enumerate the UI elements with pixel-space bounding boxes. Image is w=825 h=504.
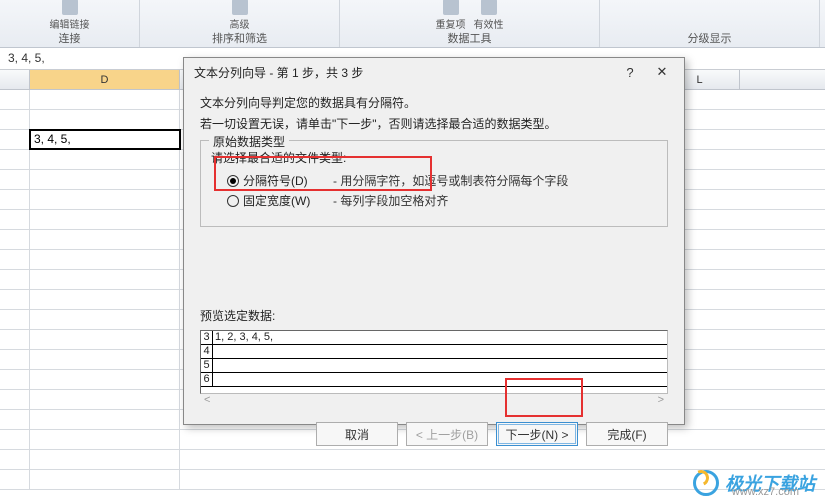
watermark-url: www.xz7.com: [732, 486, 799, 498]
watermark: 极光下载站 www.xz7.com: [693, 470, 815, 496]
help-button[interactable]: ?: [614, 61, 646, 83]
ribbon-group-sort: 高级 排序和筛选: [140, 0, 340, 47]
advanced-button[interactable]: 高级: [230, 0, 250, 31]
dialog-buttons: 取消 < 上一步(B) 下一步(N) > 完成(F): [184, 416, 684, 458]
edit-links-button[interactable]: 编辑链接: [50, 0, 90, 31]
radio-delimited[interactable]: 分隔符号(D) - 用分隔字符，如逗号或制表符分隔每个字段: [227, 172, 657, 189]
dialog-intro-1: 文本分列向导判定您的数据具有分隔符。: [200, 94, 668, 111]
selected-cell[interactable]: 3, 4, 5,: [30, 130, 180, 149]
preview-row-num: 4: [201, 345, 213, 358]
finish-button[interactable]: 完成(F): [586, 422, 668, 446]
dialog-intro-2: 若一切设置无误，请单击"下一步"，否则请选择最合适的数据类型。: [200, 115, 668, 132]
text-to-columns-wizard: 文本分列向导 - 第 1 步，共 3 步 ? ✕ 文本分列向导判定您的数据具有分…: [183, 57, 685, 425]
next-button[interactable]: 下一步(N) >: [496, 422, 578, 446]
validation-label: 有效性: [474, 16, 504, 31]
filter-icon: [232, 0, 248, 15]
original-data-type-fieldset: 原始数据类型 请选择最合适的文件类型: 分隔符号(D) - 用分隔字符，如逗号或…: [200, 140, 668, 227]
radio-fixed-desc: - 每列字段加空格对齐: [333, 192, 448, 209]
edit-links-label: 编辑链接: [50, 16, 90, 31]
ribbon-group-outline: 分级显示: [600, 0, 820, 47]
watermark-logo-icon: [693, 470, 719, 496]
radio-icon: [227, 195, 239, 207]
preview-row-val: [213, 359, 215, 372]
back-button[interactable]: < 上一步(B): [406, 422, 488, 446]
preview-row-num: 3: [201, 331, 213, 344]
dialog-titlebar: 文本分列向导 - 第 1 步，共 3 步 ? ✕: [184, 58, 684, 86]
col-header-d[interactable]: D: [30, 70, 180, 89]
radio-fixed-width[interactable]: 固定宽度(W) - 每列字段加空格对齐: [227, 192, 657, 209]
preview-row-val: [213, 373, 215, 386]
ribbon-group-datatools: 重复项 有效性 数据工具: [340, 0, 600, 47]
advanced-label: 高级: [230, 16, 250, 31]
validation-button[interactable]: 有效性: [474, 0, 504, 31]
scroll-hint: <>: [200, 394, 668, 406]
ribbon-group-label: 连接: [14, 30, 125, 46]
radio-delimited-desc: - 用分隔字符，如逗号或制表符分隔每个字段: [333, 172, 568, 189]
ribbon: 编辑链接 连接 高级 排序和筛选 重复项 有效性 数据工具 分级显示: [0, 0, 825, 48]
fieldset-subtitle: 请选择最合适的文件类型:: [211, 149, 657, 166]
preview-row-val: [213, 345, 215, 358]
preview-box: 31, 2, 3, 4, 5, 4 5 6: [200, 330, 668, 394]
ribbon-group-label: 分级显示: [614, 30, 805, 46]
radio-fixed-label: 固定宽度(W): [243, 192, 329, 209]
link-icon: [62, 0, 78, 15]
duplicates-label: 重复项: [436, 16, 466, 31]
ribbon-group-label: 排序和筛选: [154, 30, 325, 46]
radio-delimited-label: 分隔符号(D): [243, 172, 329, 189]
ribbon-group-connections: 编辑链接 连接: [0, 0, 140, 47]
preview-label: 预览选定数据:: [200, 307, 668, 324]
dialog-title: 文本分列向导 - 第 1 步，共 3 步: [194, 64, 614, 81]
close-button[interactable]: ✕: [646, 61, 678, 83]
fieldset-legend: 原始数据类型: [209, 133, 289, 150]
preview-row-num: 5: [201, 359, 213, 372]
preview-row-num: 6: [201, 373, 213, 386]
col-header-blank[interactable]: [0, 70, 30, 89]
duplicates-button[interactable]: 重复项: [436, 0, 466, 31]
radio-icon: [227, 175, 239, 187]
ribbon-group-label: 数据工具: [354, 30, 585, 46]
duplicates-icon: [443, 0, 459, 15]
preview-row-val: 1, 2, 3, 4, 5,: [213, 331, 273, 344]
validation-icon: [481, 0, 497, 15]
cancel-button[interactable]: 取消: [316, 422, 398, 446]
